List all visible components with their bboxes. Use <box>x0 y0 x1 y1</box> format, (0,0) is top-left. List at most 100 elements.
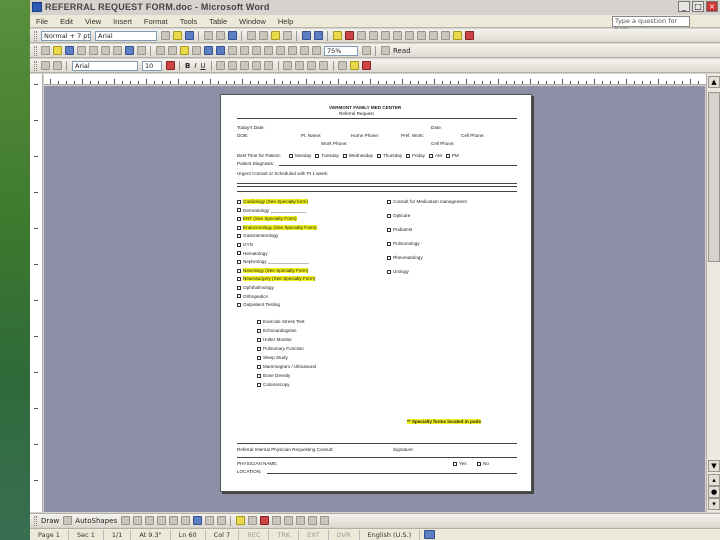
menu-file[interactable]: File <box>30 17 54 26</box>
font-combo[interactable]: Arial <box>95 30 157 41</box>
menu-tools[interactable]: Tools <box>174 17 204 26</box>
font2-combo[interactable]: Arial <box>72 60 138 71</box>
numbered-list-icon[interactable] <box>283 61 293 70</box>
specialty-right-checkbox[interactable] <box>387 213 391 218</box>
toolbar-grip[interactable] <box>34 30 37 41</box>
specialty-checkbox[interactable] <box>237 251 241 256</box>
highlight2-icon[interactable] <box>452 31 462 40</box>
testing-checkbox[interactable] <box>257 346 261 351</box>
testing-checkbox[interactable] <box>257 364 261 369</box>
underline-button[interactable]: U <box>200 62 205 70</box>
status-trk[interactable]: TRK <box>269 529 300 540</box>
show-hide-icon[interactable] <box>311 46 321 55</box>
specialty-right-checkbox[interactable] <box>387 255 391 260</box>
bullets-icon[interactable] <box>392 31 402 40</box>
font-color3-icon[interactable] <box>362 61 372 70</box>
spelling-icon[interactable] <box>227 31 237 40</box>
line-style-icon[interactable] <box>271 516 281 525</box>
print-icon[interactable] <box>203 31 213 40</box>
menu-help[interactable]: Help <box>272 17 299 26</box>
testing-checkbox[interactable] <box>257 382 261 387</box>
save-doc-icon[interactable] <box>64 46 74 55</box>
specialty-checkbox[interactable] <box>237 277 241 282</box>
no-checkbox[interactable] <box>477 461 481 466</box>
print-preview-icon[interactable] <box>215 31 225 40</box>
arrow-style-icon[interactable] <box>295 516 305 525</box>
scroll-thumb[interactable] <box>708 92 720 262</box>
specialty-right-checkbox[interactable] <box>387 227 391 232</box>
tables-borders-icon[interactable] <box>239 46 249 55</box>
fill-color-icon[interactable] <box>235 516 245 525</box>
clipart-icon[interactable] <box>204 516 214 525</box>
mail-icon[interactable] <box>88 46 98 55</box>
specialty-checkbox[interactable] <box>237 216 241 221</box>
style-combo[interactable]: Normal + 7 pt <box>41 30 91 41</box>
outside-border-icon[interactable] <box>338 61 348 70</box>
open-icon[interactable] <box>172 31 182 40</box>
testing-checkbox[interactable] <box>257 337 261 342</box>
help-search-input[interactable]: Type a question for help <box>612 16 690 34</box>
format-painter-icon[interactable] <box>282 31 292 40</box>
specialty-right-checkbox[interactable] <box>387 269 391 274</box>
redo2-icon[interactable] <box>215 46 225 55</box>
testing-checkbox[interactable] <box>257 355 261 360</box>
new-icon[interactable] <box>160 31 170 40</box>
picture-icon[interactable] <box>216 516 226 525</box>
copy-icon[interactable] <box>258 31 268 40</box>
save-icon[interactable] <box>184 31 194 40</box>
paste2-icon[interactable] <box>179 46 189 55</box>
day-checkbox[interactable] <box>428 153 433 158</box>
specialty-checkbox[interactable] <box>237 225 241 230</box>
specialty-checkbox[interactable] <box>237 242 241 247</box>
print2-icon[interactable] <box>100 46 110 55</box>
align-right-icon[interactable] <box>240 61 250 70</box>
normal-icon[interactable] <box>52 61 62 70</box>
size-combo[interactable]: 10 <box>142 60 162 71</box>
next-page-button[interactable]: ▾ <box>708 498 720 510</box>
maximize-button[interactable]: □ <box>692 1 704 12</box>
columns-icon[interactable] <box>368 31 378 40</box>
status-ext[interactable]: EXT <box>299 529 329 540</box>
numbering-icon[interactable] <box>404 31 414 40</box>
cut-icon[interactable] <box>246 31 256 40</box>
new-doc-icon[interactable] <box>40 46 50 55</box>
day-checkbox[interactable] <box>289 153 293 158</box>
scroll-down-button[interactable]: ▼ <box>708 460 720 472</box>
day-checkbox[interactable] <box>406 153 411 158</box>
font-color2-icon[interactable] <box>464 31 474 40</box>
yes-checkbox[interactable] <box>453 461 457 466</box>
zoom-combo[interactable]: 75% <box>324 45 358 56</box>
menu-insert[interactable]: Insert <box>107 17 138 26</box>
font-color-icon[interactable] <box>344 31 354 40</box>
specialty-checkbox[interactable] <box>237 208 241 213</box>
redo-icon[interactable] <box>313 31 323 40</box>
open-doc-icon[interactable] <box>52 46 62 55</box>
line-color-icon[interactable] <box>247 516 257 525</box>
testing-checkbox[interactable] <box>257 373 261 378</box>
specialty-checkbox[interactable] <box>237 199 241 204</box>
columns2-icon[interactable] <box>275 46 285 55</box>
menu-window[interactable]: Window <box>233 17 272 26</box>
autoshapes-menu[interactable]: AutoShapes <box>75 517 117 525</box>
menu-table[interactable]: Table <box>203 17 233 26</box>
justify-icon[interactable] <box>252 61 262 70</box>
highlight-icon[interactable] <box>332 31 342 40</box>
specialty-right-checkbox[interactable] <box>387 199 391 204</box>
toolbar-grip[interactable] <box>34 45 37 56</box>
textbox-icon[interactable] <box>168 516 178 525</box>
spell2-icon[interactable] <box>124 46 134 55</box>
specialty-checkbox[interactable] <box>237 234 241 239</box>
diagram-icon[interactable] <box>192 516 202 525</box>
hyperlink-icon[interactable] <box>227 46 237 55</box>
decrease-indent-icon[interactable] <box>307 61 317 70</box>
menu-format[interactable]: Format <box>138 17 174 26</box>
help2-icon[interactable] <box>361 46 371 55</box>
align-left-icon[interactable] <box>216 61 226 70</box>
grow-font-icon[interactable] <box>165 61 175 70</box>
bullet-list-icon[interactable] <box>295 61 305 70</box>
specialty-checkbox[interactable] <box>237 259 241 264</box>
day-checkbox[interactable] <box>315 153 320 158</box>
preview2-icon[interactable] <box>112 46 122 55</box>
permission-icon[interactable] <box>76 46 86 55</box>
status-ovr[interactable]: OVR <box>329 529 360 540</box>
